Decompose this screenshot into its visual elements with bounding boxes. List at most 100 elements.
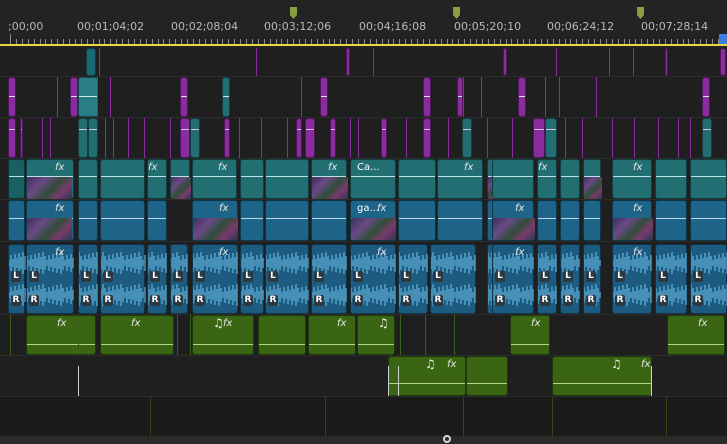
timeline-clip[interactable]	[240, 200, 264, 241]
timeline-clip[interactable]	[78, 159, 98, 199]
timeline-clip[interactable]: fx	[26, 159, 74, 199]
timeline-clip[interactable]	[560, 159, 580, 199]
timeline-clip[interactable]: fx	[308, 315, 356, 355]
timeline-clip[interactable]	[690, 159, 727, 199]
timeline-clip[interactable]	[702, 77, 710, 117]
timeline-clip[interactable]: L Rfx	[612, 244, 652, 314]
timeline-clip[interactable]: LR	[8, 244, 26, 314]
timeline-clip[interactable]	[20, 118, 23, 158]
timeline-clip[interactable]: fx	[667, 315, 725, 355]
timeline-clip[interactable]	[100, 200, 145, 241]
timeline-clip[interactable]	[583, 159, 602, 199]
timeline-clip[interactable]	[222, 77, 230, 117]
timeline-clip[interactable]	[240, 159, 264, 199]
timeline-clip[interactable]	[398, 159, 436, 199]
timeline-clip[interactable]	[533, 118, 545, 158]
timeline-clip[interactable]: LR	[655, 244, 687, 314]
track-lane[interactable]	[0, 118, 727, 158]
timeline-clip[interactable]	[518, 77, 526, 117]
timeline-clip[interactable]	[346, 48, 350, 76]
timeline-clip[interactable]	[330, 118, 336, 158]
timeline-clip[interactable]	[583, 200, 601, 241]
timeline-clip[interactable]	[423, 118, 431, 158]
timeline-clip[interactable]	[180, 77, 188, 117]
timeline-clip[interactable]	[296, 118, 302, 158]
timeline-clip[interactable]: fx	[437, 159, 483, 199]
timeline-clip[interactable]: fx ♫	[388, 356, 466, 396]
timeline-clip[interactable]	[147, 200, 167, 241]
timeline-clip[interactable]: LR	[78, 244, 98, 314]
timeline-clip[interactable]	[398, 200, 436, 241]
timeline-clip[interactable]: LR	[170, 244, 188, 314]
timeline-clip[interactable]: LR	[147, 244, 167, 314]
timeline-clip[interactable]	[702, 118, 712, 158]
track-lane[interactable]	[0, 48, 727, 76]
timeline-clip[interactable]: LR	[265, 244, 309, 314]
timeline-clip[interactable]	[311, 200, 347, 241]
timeline-clip[interactable]: fx	[100, 315, 174, 355]
timeline-clip[interactable]: fx	[537, 159, 557, 199]
timeline-clip[interactable]	[720, 48, 726, 76]
timeline-clip[interactable]	[560, 200, 580, 241]
timeline-clip[interactable]: LR	[430, 244, 476, 314]
work-area-bar[interactable]	[0, 44, 727, 46]
timeline-clip[interactable]: fx	[26, 200, 74, 241]
timeline-clip[interactable]	[78, 200, 98, 241]
timeline-clip[interactable]: fx ♫	[552, 356, 652, 396]
timeline-clip[interactable]	[655, 159, 687, 199]
timeline-clip[interactable]: fx ♫	[192, 315, 254, 355]
timeline-clip[interactable]	[8, 77, 16, 117]
timeline-clip[interactable]	[265, 159, 309, 199]
timeline-clip[interactable]	[8, 159, 25, 199]
timeline-clip[interactable]	[492, 159, 534, 199]
timeline-clip[interactable]	[78, 77, 98, 117]
timeline-scrollbar[interactable]	[0, 435, 727, 444]
timeline-clip[interactable]: LR	[240, 244, 264, 314]
timeline-clip[interactable]: fx	[612, 200, 653, 241]
timeline-clip[interactable]: L Rfx	[26, 244, 74, 314]
timeline-clip[interactable]	[503, 48, 507, 76]
timeline-clip[interactable]	[437, 200, 483, 241]
timeline-clip[interactable]	[170, 159, 191, 199]
timeline-clip[interactable]	[320, 77, 328, 117]
timeline-clip[interactable]: L Rfx	[350, 244, 396, 314]
timeline-clip[interactable]	[86, 48, 96, 76]
timeline-clip[interactable]	[381, 118, 387, 158]
timeline-clip[interactable]	[545, 118, 557, 158]
timeline-clip[interactable]	[462, 118, 472, 158]
timeline-clip[interactable]: fx	[192, 200, 238, 241]
timeline-clip[interactable]	[305, 118, 315, 158]
timeline-clip[interactable]: LR	[100, 244, 146, 314]
timeline-clip[interactable]	[466, 356, 508, 396]
timeline-clip[interactable]: fx	[612, 159, 652, 199]
timeline-clip[interactable]: LR	[583, 244, 601, 314]
timeline-clip[interactable]: fx	[510, 315, 550, 355]
timeline-clip[interactable]: fx	[147, 159, 167, 199]
timeline-clip[interactable]	[537, 200, 557, 241]
time-ruler[interactable]: ;00;00 00;01;04;02 00;02;08;04 00;03;12;06 0…	[0, 0, 727, 48]
timeline-clip[interactable]	[8, 118, 16, 158]
timeline-clip[interactable]	[265, 200, 309, 241]
timeline-clip[interactable]: ♫	[357, 315, 395, 355]
timeline-clip[interactable]: LR	[690, 244, 727, 314]
timeline-clip[interactable]	[180, 118, 190, 158]
timeline-clip[interactable]	[224, 118, 230, 158]
timeline-clip[interactable]: LR	[398, 244, 428, 314]
marker-icon[interactable]	[637, 4, 644, 19]
marker-icon[interactable]	[453, 4, 460, 19]
timeline-clip[interactable]	[258, 315, 306, 355]
playhead-icon[interactable]	[719, 34, 727, 44]
timeline-clip[interactable]: fx	[492, 200, 535, 241]
timeline-clip[interactable]	[655, 200, 687, 241]
timeline-clip[interactable]: fx	[311, 159, 348, 199]
timeline-clip[interactable]	[78, 118, 88, 158]
timeline-clip[interactable]: fx	[192, 159, 237, 199]
timeline-clip[interactable]: L Rfx	[492, 244, 534, 314]
timeline-clip[interactable]: LR	[311, 244, 347, 314]
track-lane[interactable]	[0, 397, 727, 436]
timeline-clip[interactable]	[8, 200, 25, 241]
timeline-clip[interactable]: LR	[537, 244, 557, 314]
timeline-clip[interactable]	[690, 200, 727, 241]
timeline-clip[interactable]	[70, 77, 78, 117]
timeline-clip[interactable]	[190, 118, 200, 158]
